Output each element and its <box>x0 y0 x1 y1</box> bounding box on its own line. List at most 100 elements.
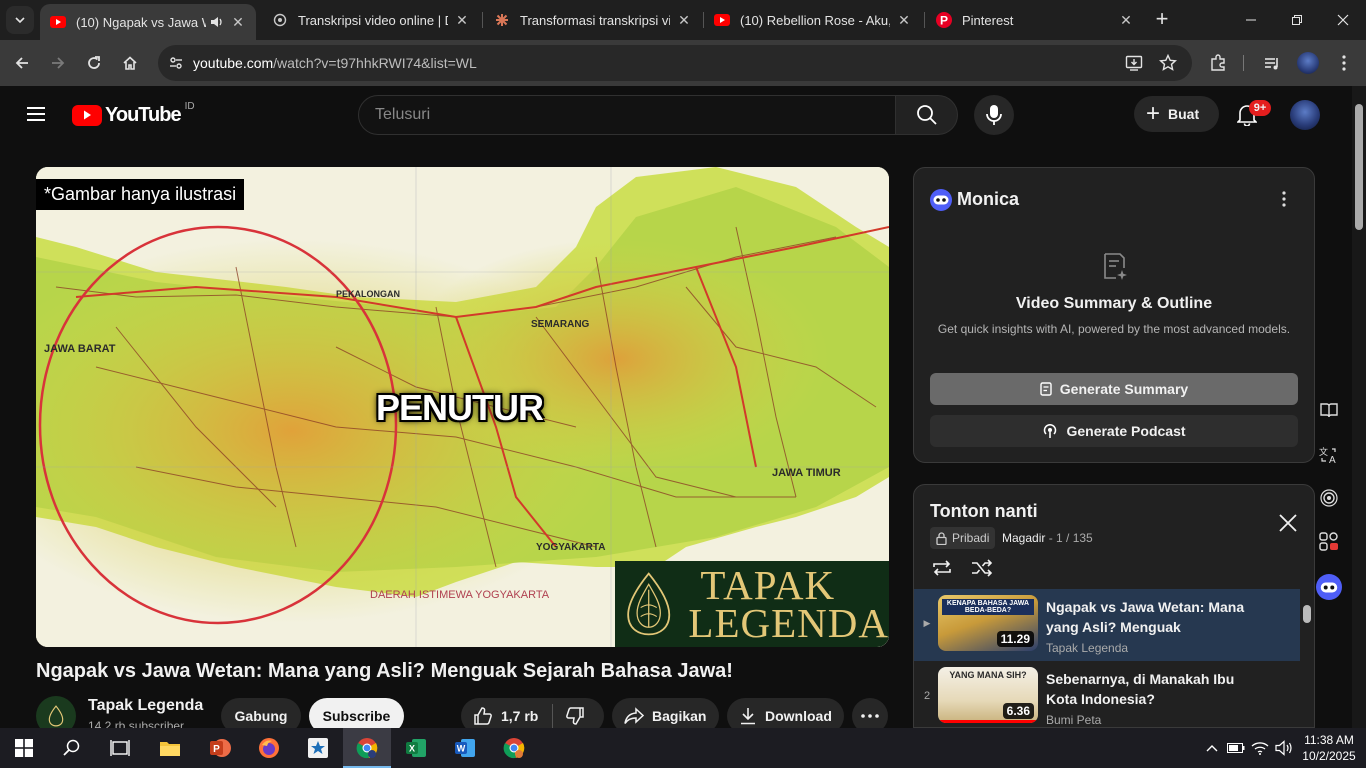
taskbar-word[interactable]: W <box>441 728 489 768</box>
brand-line-1: TAPAK <box>700 562 836 608</box>
excel-icon: X <box>406 739 426 757</box>
svg-text:A: A <box>1329 455 1336 464</box>
taskbar-file-explorer[interactable] <box>146 728 194 768</box>
powerpoint-icon: P <box>210 739 231 757</box>
audio-playing-icon[interactable] <box>210 15 224 29</box>
svg-text:X: X <box>409 744 415 754</box>
bookmark-star-icon[interactable] <box>1158 53 1178 73</box>
now-playing-indicator: ▶ <box>923 618 931 628</box>
microphone-icon <box>986 105 1002 125</box>
search-box[interactable] <box>358 95 896 135</box>
voice-search-button[interactable] <box>974 95 1014 135</box>
close-window-button[interactable] <box>1320 0 1366 40</box>
taskbar-chrome-active[interactable] <box>343 728 391 768</box>
reader-book-icon[interactable] <box>1314 395 1344 425</box>
taskbar-powerpoint[interactable]: P <box>196 728 244 768</box>
shuffle-button[interactable] <box>969 555 995 581</box>
map-label-yogyakarta: YOGYAKARTA <box>536 542 606 553</box>
monica-menu-icon[interactable] <box>1276 188 1292 210</box>
playlist-video-channel: Bumi Peta <box>1046 713 1102 727</box>
channel-name[interactable]: Tapak Legenda <box>88 697 203 715</box>
guide-menu-button[interactable] <box>20 98 52 130</box>
tab-ngapak[interactable]: (10) Ngapak vs Jawa Wetan ✕ <box>40 4 256 40</box>
generate-podcast-button[interactable]: Generate Podcast <box>930 415 1298 447</box>
chrome-icon <box>503 738 525 759</box>
monica-panel: Monica Video Summary & Outline Get quick… <box>913 167 1315 463</box>
youtube-logo[interactable]: YouTube ID <box>72 101 195 127</box>
playlist-close-icon[interactable] <box>1276 511 1300 535</box>
tab-close-icon[interactable]: ✕ <box>676 12 692 29</box>
translate-icon[interactable]: 文A <box>1314 440 1344 470</box>
loop-playlist-button[interactable] <box>929 555 955 581</box>
restore-button[interactable] <box>1274 0 1320 40</box>
taskbar-excel[interactable]: X <box>392 728 440 768</box>
battery-icon[interactable] <box>1226 738 1246 758</box>
extensions-icon[interactable] <box>1206 51 1230 75</box>
youtube-play-icon <box>72 104 102 126</box>
new-tab-button[interactable]: + <box>1150 8 1174 32</box>
monica-launcher-icon[interactable] <box>1314 572 1344 602</box>
svg-text:P: P <box>940 14 948 28</box>
search-button[interactable] <box>895 95 958 135</box>
tab-close-icon[interactable]: ✕ <box>896 12 912 29</box>
taskbar-chrome-profile[interactable] <box>490 728 538 768</box>
page-scrollbar-thumb[interactable] <box>1355 104 1363 230</box>
tab-close-icon[interactable]: ✕ <box>230 14 246 31</box>
browser-menu-icon[interactable] <box>1332 51 1356 75</box>
map-label-semarang: SEMARANG <box>531 319 590 330</box>
browser-toolbar: youtube.com/watch?v=t97hhkRWI74&list=WL <box>0 40 1366 86</box>
tab-rebellion-rose[interactable]: (10) Rebellion Rose - Aku, Ka ✕ <box>704 0 922 40</box>
tray-chevron-up-icon[interactable] <box>1202 738 1222 758</box>
tab-pinterest[interactable]: P Pinterest ✕ <box>926 0 1144 40</box>
close-icon <box>1337 14 1349 26</box>
tab-close-icon[interactable]: ✕ <box>454 12 470 29</box>
start-button[interactable] <box>0 728 48 768</box>
thumbs-down-icon <box>565 706 585 726</box>
like-count: 1,7 rb <box>501 708 539 724</box>
video-player[interactable]: JAWA BARAT JAWA TIMUR DAERAH ISTIMEWA YO… <box>36 167 889 647</box>
create-button[interactable]: + Buat <box>1134 96 1219 132</box>
tab-title: (10) Rebellion Rose - Aku, Ka <box>740 12 890 28</box>
minimize-button[interactable] <box>1228 0 1274 40</box>
apps-grid-icon[interactable] <box>1314 527 1344 557</box>
subscribe-label: Subscribe <box>322 708 391 724</box>
tab-close-icon[interactable]: ✕ <box>1118 12 1134 29</box>
broadcast-icon[interactable] <box>1314 483 1344 513</box>
volume-icon[interactable] <box>1274 738 1294 758</box>
wifi-icon[interactable] <box>1250 738 1270 758</box>
account-avatar[interactable] <box>1290 100 1320 130</box>
taskbar-app-star[interactable] <box>294 728 342 768</box>
media-controls-icon[interactable] <box>1260 51 1284 75</box>
youtube-masthead: YouTube ID + Buat 9+ <box>0 86 1352 142</box>
taskbar-search-button[interactable] <box>48 728 96 768</box>
playlist-privacy-badge: Pribadi <box>930 527 996 549</box>
search-input[interactable] <box>375 106 875 124</box>
monica-subtitle: Get quick insights with AI, powered by t… <box>937 322 1291 336</box>
taskbar-clock[interactable]: 11:38 AM 10/2/2025 <box>1296 732 1362 764</box>
site-info-icon[interactable] <box>164 51 188 75</box>
profile-avatar[interactable] <box>1296 51 1320 75</box>
playlist-item-active[interactable]: ▶ KENAPA BAHASA JAWA BEDA-BEDA? 11.29 Ng… <box>914 589 1300 661</box>
map-label-jawa-timur: JAWA TIMUR <box>772 467 841 479</box>
forward-button[interactable] <box>44 49 72 77</box>
monica-heading: Video Summary & Outline <box>1015 295 1213 312</box>
owner-name[interactable]: Magadir <box>1002 531 1045 545</box>
taskbar-firefox[interactable] <box>245 728 293 768</box>
generate-summary-button[interactable]: Generate Summary <box>930 373 1298 405</box>
back-button[interactable] <box>8 49 36 77</box>
tab-transkripsi[interactable]: Transkripsi video online | Des ✕ <box>262 0 480 40</box>
monica-name: Monica <box>957 189 1020 209</box>
playlist-thumbnail: KENAPA BAHASA JAWA BEDA-BEDA? 11.29 <box>938 595 1038 651</box>
install-app-icon[interactable] <box>1124 53 1144 73</box>
playlist-item[interactable]: 2 YANG MANA SIH? 6.36 Sebenarnya, di Man… <box>914 661 1300 727</box>
address-bar[interactable]: youtube.com/watch?v=t97hhkRWI74&list=WL <box>158 45 1192 81</box>
playlist-scrollbar-thumb[interactable] <box>1303 605 1311 623</box>
tab-transformasi[interactable]: Transformasi transkripsi vide ✕ <box>484 0 702 40</box>
reload-button[interactable] <box>80 49 108 77</box>
playlist-title[interactable]: Tonton nanti <box>930 501 1038 522</box>
arrow-left-icon <box>15 57 28 69</box>
home-button[interactable] <box>116 49 144 77</box>
task-view-button[interactable] <box>96 728 144 768</box>
more-horizontal-icon <box>861 714 879 718</box>
tab-search-button[interactable] <box>6 6 34 34</box>
